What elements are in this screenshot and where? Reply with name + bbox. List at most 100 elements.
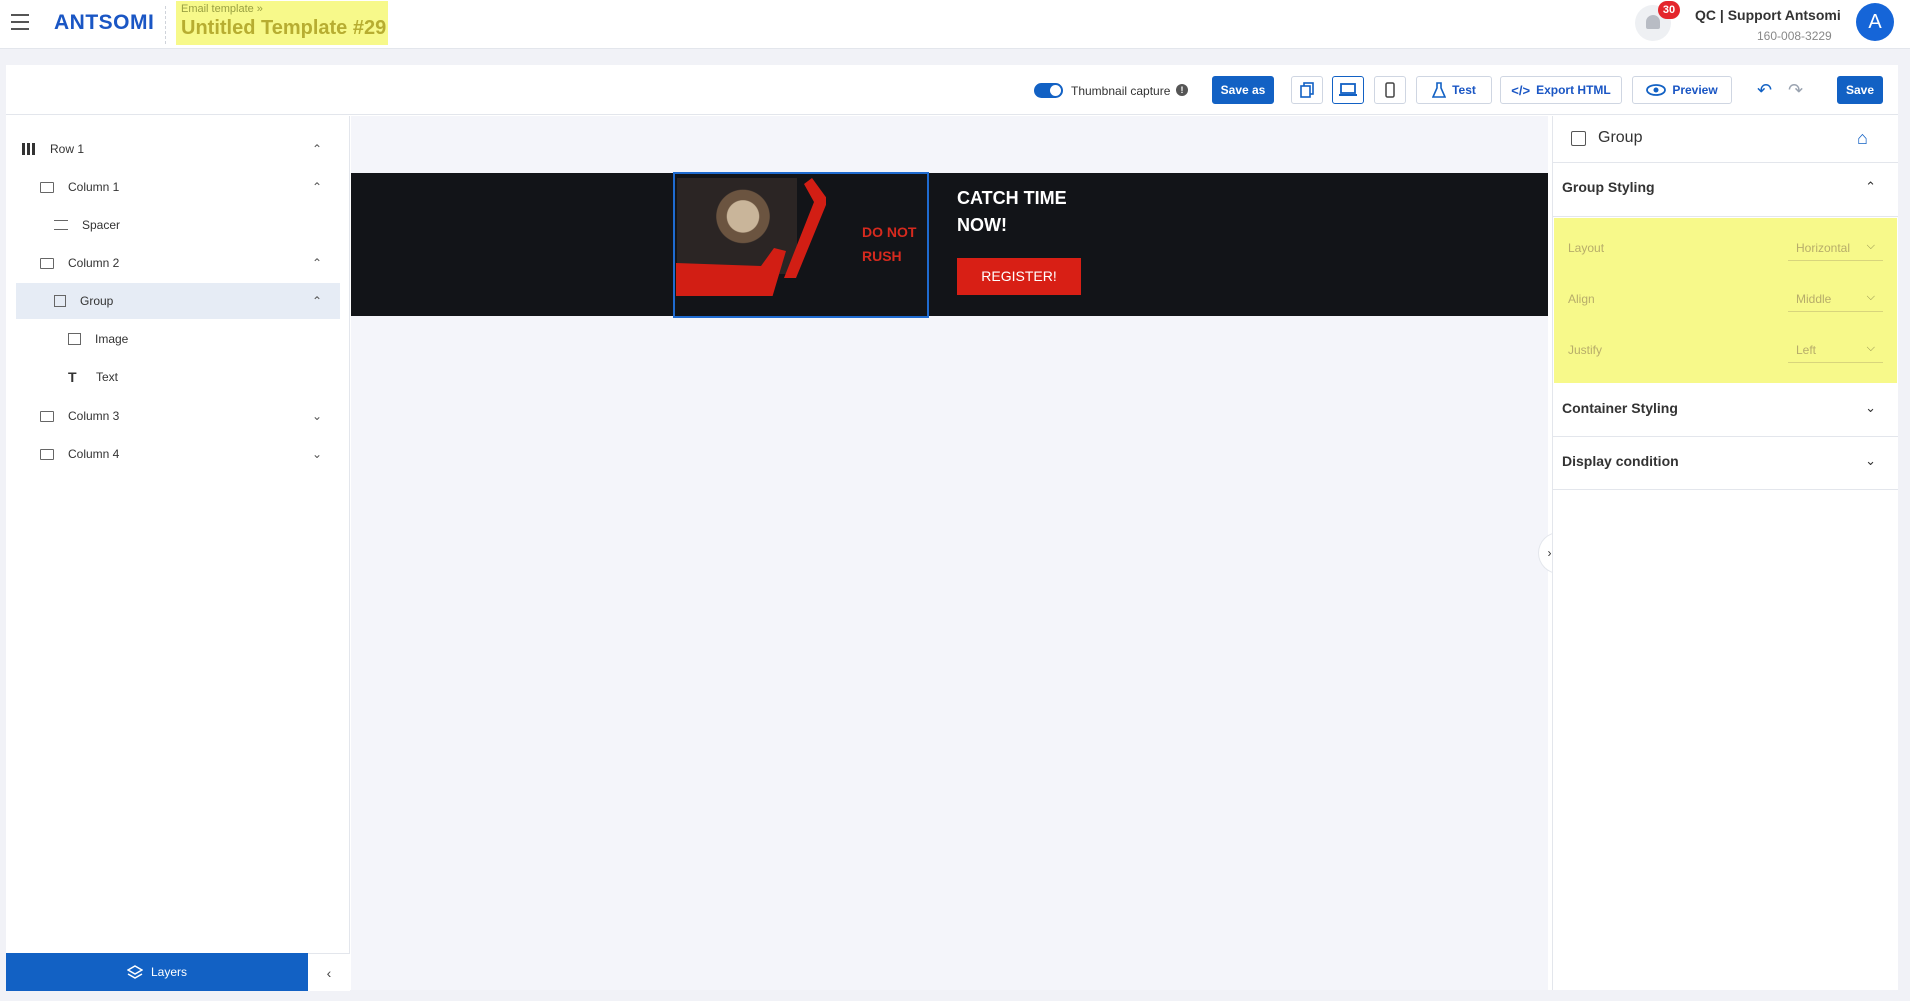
chevron-down-icon: ⌵	[1866, 291, 1875, 303]
chevron-down-icon: ⌵	[1866, 240, 1875, 252]
layer-label: Image	[95, 332, 129, 346]
layer-label: Column 1	[68, 180, 120, 194]
align-property: Align Middle ⌵	[1568, 284, 1888, 314]
layer-group[interactable]: Group ⌃	[16, 283, 340, 319]
layer-label: Column 2	[68, 256, 120, 270]
breadcrumb[interactable]: Email template »	[181, 3, 383, 15]
display-condition-section[interactable]: Display condition ⌄	[1552, 437, 1898, 490]
save-label: Save	[1845, 83, 1875, 97]
desktop-view-button[interactable]	[1332, 76, 1364, 104]
layers-label: Layers	[150, 965, 188, 979]
test-label: Test	[1452, 83, 1476, 97]
layer-image[interactable]: Image	[68, 321, 340, 357]
copy-icon	[1300, 82, 1314, 98]
eye-icon	[1646, 84, 1667, 96]
save-as-button[interactable]: Save as	[1212, 76, 1274, 104]
antsomi-logo[interactable]: ANTSOMI	[54, 11, 154, 35]
layers-tab-button[interactable]: Layers	[6, 953, 308, 991]
editor-toolbar: Thumbnail capture ! Save as Test </> Exp…	[6, 65, 1898, 115]
export-html-label: Export HTML	[1536, 83, 1611, 97]
thumbnail-capture-label: Thumbnail capture	[1071, 84, 1171, 98]
bell-icon	[1646, 15, 1660, 29]
layer-column-3[interactable]: Column 3 ⌄	[40, 398, 340, 434]
align-select[interactable]: Middle ⌵	[1788, 286, 1883, 312]
text-icon: T	[68, 369, 77, 385]
user-name[interactable]: QC | Support Antsomi	[1695, 7, 1841, 23]
group-styling-section[interactable]: Group Styling ⌃	[1552, 163, 1898, 217]
layers-icon	[126, 965, 143, 979]
chevron-up-icon[interactable]: ⌃	[312, 256, 322, 270]
register-button[interactable]: REGISTER!	[957, 258, 1081, 295]
chevron-down-icon[interactable]: ⌄	[312, 447, 322, 461]
copy-button[interactable]	[1291, 76, 1323, 104]
email-row-banner[interactable]	[351, 173, 1548, 316]
align-value: Middle	[1796, 292, 1832, 306]
layer-column-2[interactable]: Column 2 ⌃	[40, 245, 340, 281]
header-divider	[165, 6, 166, 44]
avatar[interactable]: A	[1856, 3, 1894, 41]
user-id: 160-008-3229	[1757, 29, 1832, 43]
justify-select[interactable]: Left ⌵	[1788, 337, 1883, 363]
chevron-left-icon: ‹	[326, 965, 332, 981]
selected-group-outline[interactable]	[673, 172, 929, 318]
chevron-up-icon[interactable]: ⌃	[312, 294, 322, 308]
chevron-down-icon[interactable]: ⌄	[1865, 453, 1876, 469]
group-icon	[54, 295, 66, 307]
headline-line: CATCH TIME	[957, 188, 1067, 208]
mobile-icon	[1385, 82, 1395, 98]
justify-property: Justify Left ⌵	[1568, 335, 1888, 365]
image-icon	[68, 333, 81, 345]
menu-icon[interactable]	[11, 14, 29, 30]
banner-headline[interactable]: CATCH TIME NOW!	[957, 185, 1097, 239]
layout-select[interactable]: Horizontal ⌵	[1788, 235, 1883, 261]
group-checkbox-icon	[1571, 131, 1586, 146]
layer-label: Column 4	[68, 447, 120, 461]
undo-icon[interactable]: ↶	[1757, 80, 1772, 101]
preview-button[interactable]: Preview	[1632, 76, 1732, 104]
test-button[interactable]: Test	[1416, 76, 1492, 104]
layer-column-1[interactable]: Column 1 ⌃	[40, 169, 340, 205]
chevron-down-icon[interactable]: ⌄	[1865, 400, 1876, 416]
layout-label: Layout	[1568, 241, 1605, 255]
folder-icon	[40, 257, 54, 269]
redo-icon[interactable]: ↷	[1788, 80, 1803, 101]
layer-label: Column 3	[68, 409, 120, 423]
layout-value: Horizontal	[1796, 241, 1851, 255]
layer-column-4[interactable]: Column 4 ⌄	[40, 436, 340, 472]
flask-icon	[1432, 82, 1447, 98]
chevron-up-icon[interactable]: ⌃	[312, 142, 322, 156]
info-icon[interactable]: !	[1176, 84, 1188, 96]
layer-text[interactable]: T Text	[68, 359, 340, 395]
folder-icon	[40, 448, 54, 460]
section-title: Display condition	[1562, 453, 1679, 469]
section-title: Container Styling	[1562, 400, 1678, 416]
mobile-view-button[interactable]	[1374, 76, 1406, 104]
chevron-right-icon: ›	[1547, 546, 1552, 560]
container-styling-section[interactable]: Container Styling ⌄	[1552, 384, 1898, 437]
layout-property: Layout Horizontal ⌵	[1568, 233, 1888, 263]
layer-label: Text	[96, 370, 119, 384]
layer-label: Group	[80, 294, 114, 308]
template-title-block[interactable]: Email template » Untitled Template #29	[176, 1, 388, 45]
chevron-up-icon[interactable]: ⌃	[312, 180, 322, 194]
thumbnail-capture-toggle[interactable]	[1034, 83, 1063, 98]
export-html-button[interactable]: </> Export HTML	[1500, 76, 1622, 104]
properties-title: Group	[1598, 129, 1643, 146]
layer-label: Spacer	[82, 218, 121, 232]
collapse-panel-button[interactable]: ‹	[308, 953, 350, 991]
home-icon[interactable]: ⌂	[1857, 128, 1868, 149]
notification-badge: 30	[1658, 1, 1680, 19]
layer-label: Row 1	[50, 142, 85, 156]
folder-icon	[40, 410, 54, 422]
chevron-down-icon[interactable]: ⌄	[312, 409, 322, 423]
columns-icon	[22, 143, 36, 155]
section-title: Group Styling	[1562, 179, 1655, 195]
folder-icon	[40, 181, 54, 193]
code-icon: </>	[1511, 82, 1531, 98]
save-button[interactable]: Save	[1837, 76, 1883, 104]
layer-spacer[interactable]: Spacer	[54, 207, 340, 243]
headline-line: NOW!	[957, 215, 1007, 235]
page-title[interactable]: Untitled Template #29	[181, 17, 386, 40]
layer-row-1[interactable]: Row 1 ⌃	[22, 131, 340, 167]
chevron-up-icon[interactable]: ⌃	[1865, 179, 1876, 195]
